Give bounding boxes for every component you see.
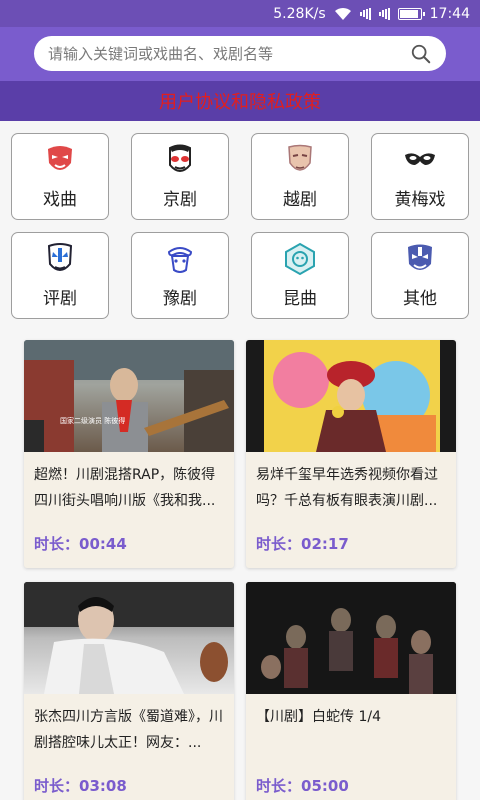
category-kunqu[interactable]: 昆曲 bbox=[251, 232, 349, 319]
blue-face-mask-icon bbox=[47, 243, 73, 271]
opera-headdress-icon bbox=[167, 247, 193, 273]
category-pingju[interactable]: 评剧 bbox=[11, 232, 109, 319]
video-title[interactable]: 易烊千玺早年选秀视频你看过吗？千总有板有眼表演川剧... bbox=[256, 462, 450, 514]
video-card[interactable]: 易烊千玺早年选秀视频你看过吗？千总有板有眼表演川剧... 时长：02:17 bbox=[246, 340, 456, 568]
video-list: 国家二级演员 陈彼得 超燃！川剧混搭RAP，陈彼得四川街头唱响川版《我和我...… bbox=[24, 340, 456, 800]
category-label: 豫剧 bbox=[163, 289, 197, 309]
category-label: 戏曲 bbox=[43, 190, 77, 210]
wifi-icon bbox=[334, 7, 352, 21]
video-thumbnail[interactable] bbox=[246, 340, 456, 452]
category-xiqu[interactable]: 戏曲 bbox=[11, 133, 109, 220]
category-label: 越剧 bbox=[283, 190, 317, 210]
beige-mask-icon bbox=[288, 144, 312, 171]
category-huangmeixi[interactable]: 黄梅戏 bbox=[371, 133, 469, 220]
video-duration: 时长：03:08 bbox=[34, 777, 127, 795]
peking-opera-face-icon bbox=[169, 144, 191, 172]
signal-2-icon bbox=[378, 7, 390, 20]
hexagon-mask-icon bbox=[285, 242, 315, 276]
video-thumbnail[interactable] bbox=[24, 582, 234, 694]
category-grid: 戏曲 京剧 越剧 黄梅戏 评剧 豫剧 昆曲 其他 bbox=[11, 133, 469, 319]
video-title[interactable]: 超燃！川剧混搭RAP，陈彼得四川街头唱响川版《我和我... bbox=[34, 462, 228, 514]
search-header bbox=[0, 27, 480, 81]
video-title[interactable]: 【川剧】白蛇传 1/4 bbox=[256, 704, 450, 756]
eye-mask-icon bbox=[405, 153, 435, 165]
video-thumbnail[interactable]: 国家二级演员 陈彼得 bbox=[24, 340, 234, 452]
policy-link[interactable]: 用户协议和隐私政策 bbox=[159, 88, 321, 114]
category-label: 评剧 bbox=[43, 289, 77, 309]
battery-icon bbox=[397, 7, 425, 20]
search-icon[interactable] bbox=[410, 43, 432, 65]
video-card[interactable]: 张杰四川方言版《蜀道难》，川剧搭腔味儿太正！网友：... 时长：03:08 bbox=[24, 582, 234, 800]
video-thumbnail[interactable] bbox=[246, 582, 456, 694]
category-label: 京剧 bbox=[163, 190, 197, 210]
policy-banner[interactable]: 用户协议和隐私政策 bbox=[0, 81, 480, 121]
category-jingju[interactable]: 京剧 bbox=[131, 133, 229, 220]
search-input[interactable] bbox=[48, 44, 410, 63]
category-label: 黄梅戏 bbox=[394, 190, 446, 210]
video-duration: 时长：02:17 bbox=[256, 535, 349, 553]
category-yuju[interactable]: 豫剧 bbox=[131, 232, 229, 319]
category-label: 其他 bbox=[403, 289, 437, 309]
category-yueju[interactable]: 越剧 bbox=[251, 133, 349, 220]
clock: 17:44 bbox=[429, 5, 470, 22]
video-duration: 时长：05:00 bbox=[256, 777, 349, 795]
video-card[interactable]: 【川剧】白蛇传 1/4 时长：05:00 bbox=[246, 582, 456, 800]
status-bar: 5.28K/s 17:44 bbox=[0, 0, 480, 27]
search-bar[interactable] bbox=[34, 36, 446, 71]
category-label: 昆曲 bbox=[283, 289, 317, 309]
network-speed: 5.28K/s bbox=[273, 5, 326, 22]
red-opera-mask-icon bbox=[48, 146, 72, 170]
video-title[interactable]: 张杰四川方言版《蜀道难》，川剧搭腔味儿太正！网友：... bbox=[34, 704, 228, 756]
thumbnail-caption: 国家二级演员 陈彼得 bbox=[60, 417, 126, 425]
category-qita[interactable]: 其他 bbox=[371, 232, 469, 319]
video-card[interactable]: 国家二级演员 陈彼得 超燃！川剧混搭RAP，陈彼得四川街头唱响川版《我和我...… bbox=[24, 340, 234, 568]
video-duration: 时长：00:44 bbox=[34, 535, 127, 553]
blue-painted-face-icon bbox=[408, 244, 432, 270]
signal-1-icon bbox=[359, 7, 371, 20]
